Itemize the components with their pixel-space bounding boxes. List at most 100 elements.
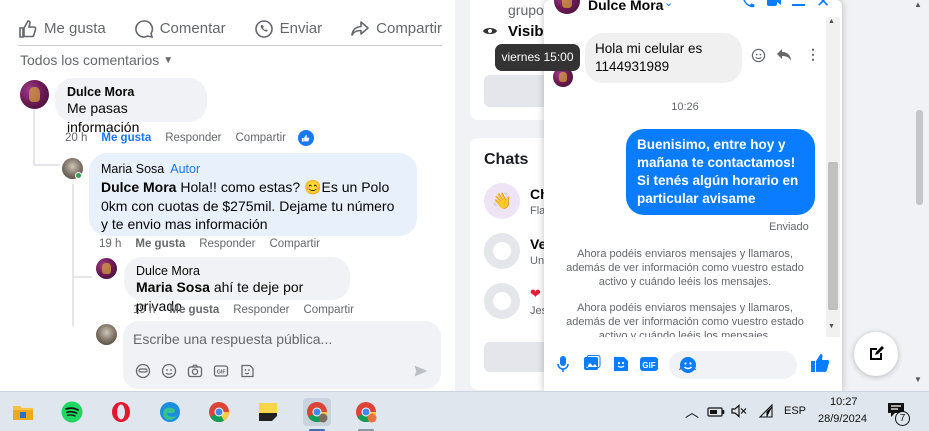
messenger-chat-window: Dulce Mora ⌄ ✕ Hola mi celular es 114493… — [544, 0, 842, 391]
chrome-profile-icon[interactable] — [303, 398, 331, 426]
new-message-button[interactable] — [854, 332, 898, 376]
comment-author-name[interactable]: Dulce Mora — [136, 264, 338, 278]
all-comments-filter[interactable]: Todos los comentarios ▼ — [20, 52, 173, 68]
avatar-sticker-icon[interactable] — [135, 363, 151, 379]
camera-icon[interactable] — [187, 363, 203, 379]
contact-avatar[interactable] — [554, 0, 580, 14]
file-explorer-icon[interactable] — [9, 398, 37, 426]
message-status: Enviado — [769, 221, 809, 233]
sticky-notes-icon[interactable] — [254, 398, 282, 426]
message-timestamp-tooltip: viernes 15:00 — [495, 44, 580, 71]
scroll-down-icon[interactable]: ▼ — [828, 323, 835, 330]
group-text: grupo — [508, 2, 544, 18]
comment-author-name[interactable]: Maria Sosa — [101, 162, 164, 176]
scroll-up-icon[interactable]: ▲ — [828, 18, 835, 25]
comment-share-button[interactable]: Compartir — [270, 238, 320, 250]
mention-link[interactable]: Maria Sosa — [136, 279, 210, 295]
opera-icon[interactable] — [107, 398, 135, 426]
reply-placeholder: Escribe una respuesta pública... — [133, 331, 333, 347]
comment-action-button[interactable]: Comentar — [134, 19, 226, 39]
gif-icon[interactable]: GIF — [639, 355, 659, 378]
message-input[interactable]: Aa — [669, 351, 797, 379]
like-reaction-icon — [297, 130, 314, 146]
hand-emoji-icon: 👋 — [492, 193, 512, 210]
heart-icon: ❤ — [530, 286, 541, 301]
sticker-icon[interactable] — [239, 363, 255, 379]
system-notice: Ahora podéis enviaros mensajes y llamaro… — [566, 248, 804, 288]
eye-icon — [482, 24, 498, 42]
chrome-icon[interactable] — [205, 398, 233, 426]
incoming-message[interactable]: Hola mi celular es 1144931989 — [585, 33, 742, 83]
chevron-down-icon[interactable]: ⌄ — [664, 0, 673, 9]
close-icon[interactable]: ✕ — [816, 0, 830, 10]
outgoing-message[interactable]: Buenisimo, entre hoy y mañana te contact… — [626, 129, 815, 215]
comment-reply-button[interactable]: Responder — [233, 304, 289, 316]
reply-arrow-icon[interactable] — [776, 48, 792, 68]
page-scroll-up-icon[interactable]: ▲ — [914, 0, 922, 9]
comment-share-button[interactable]: Compartir — [236, 132, 286, 144]
volume-muted-icon[interactable] — [731, 404, 747, 423]
chats-title: Chats — [484, 151, 529, 168]
like-action-button[interactable]: Me gusta — [18, 19, 106, 39]
react-emoji-icon[interactable] — [751, 48, 766, 68]
comment-like-button[interactable]: Me gusta — [135, 238, 185, 250]
visibility-text: Visibl — [508, 23, 548, 40]
gif-icon[interactable]: GIF — [213, 363, 229, 379]
page-scroll-down-icon[interactable]: ▼ — [914, 375, 922, 384]
comment-bubble-icon — [134, 19, 153, 38]
all-comments-label: Todos los comentarios — [20, 52, 160, 68]
more-options-icon[interactable]: ⋮ — [806, 47, 820, 61]
keyboard-language[interactable]: ESP — [784, 405, 806, 417]
sticker-icon[interactable] — [612, 355, 630, 378]
emoji-icon[interactable] — [679, 356, 791, 377]
spotify-icon[interactable] — [58, 398, 86, 426]
chrome-profile-icon[interactable] — [352, 398, 380, 426]
avatar[interactable] — [96, 258, 117, 279]
comment-bubble: Dulce Mora Maria Sosa ahí te deje por pr… — [124, 257, 350, 314]
chat-scrollbar-thumb[interactable] — [828, 162, 838, 310]
photo-icon[interactable] — [583, 355, 601, 378]
phone-call-icon[interactable] — [740, 0, 756, 15]
send-action-button[interactable]: Enviar — [254, 19, 322, 39]
chat-header: Dulce Mora ⌄ ✕ — [544, 0, 842, 17]
comment-reply-button[interactable]: Responder — [165, 132, 221, 144]
comment-time[interactable]: 20 h — [65, 132, 87, 144]
minimize-icon[interactable] — [792, 4, 805, 6]
svg-text:GIF: GIF — [642, 361, 655, 370]
comment-reply-button[interactable]: Responder — [199, 238, 255, 250]
contact-name[interactable]: Dulce Mora — [588, 0, 663, 13]
comment-share-button[interactable]: Compartir — [304, 304, 354, 316]
comment-time[interactable]: 19 h — [133, 304, 155, 316]
comment-time[interactable]: 19 h — [99, 238, 121, 250]
thread-line — [72, 276, 92, 278]
comment-like-button[interactable]: Me gusta — [101, 132, 151, 144]
chevron-up-icon[interactable]: ︿ — [685, 402, 699, 422]
chat-avatar[interactable]: 👋 — [484, 183, 520, 219]
thumbs-up-icon — [19, 19, 37, 38]
thumbs-up-send-icon[interactable] — [810, 353, 830, 378]
reply-input-box[interactable]: Escribe una respuesta pública... GIF — [123, 321, 441, 389]
chat-avatar[interactable] — [484, 283, 520, 319]
wifi-icon[interactable] — [758, 403, 774, 424]
comment-author-name[interactable]: Dulce Mora — [67, 85, 195, 99]
share-action-button[interactable]: Compartir — [350, 19, 442, 39]
thread-line — [33, 110, 35, 164]
comment-like-button[interactable]: Me gusta — [169, 304, 219, 316]
microphone-icon[interactable] — [556, 355, 570, 378]
video-call-icon[interactable] — [766, 0, 782, 13]
emoji-icon[interactable] — [161, 363, 177, 379]
chat-avatar[interactable] — [484, 233, 520, 269]
edge-icon[interactable] — [156, 398, 184, 426]
mention-link[interactable]: Dulce Mora — [101, 179, 176, 195]
chat-preview: Fla — [530, 205, 546, 217]
comment-action-label: Comentar — [159, 20, 226, 37]
composer: GIF Aa — [544, 343, 842, 387]
clock-time[interactable]: 10:27 — [830, 396, 858, 408]
page-scrollbar-thumb[interactable] — [916, 110, 923, 205]
battery-icon[interactable] — [707, 405, 725, 423]
avatar[interactable] — [20, 80, 49, 109]
send-reply-icon[interactable] — [413, 363, 429, 379]
thread-line — [72, 184, 74, 326]
clock-date[interactable]: 28/9/2024 — [818, 413, 867, 425]
svg-text:GIF: GIF — [217, 369, 227, 375]
